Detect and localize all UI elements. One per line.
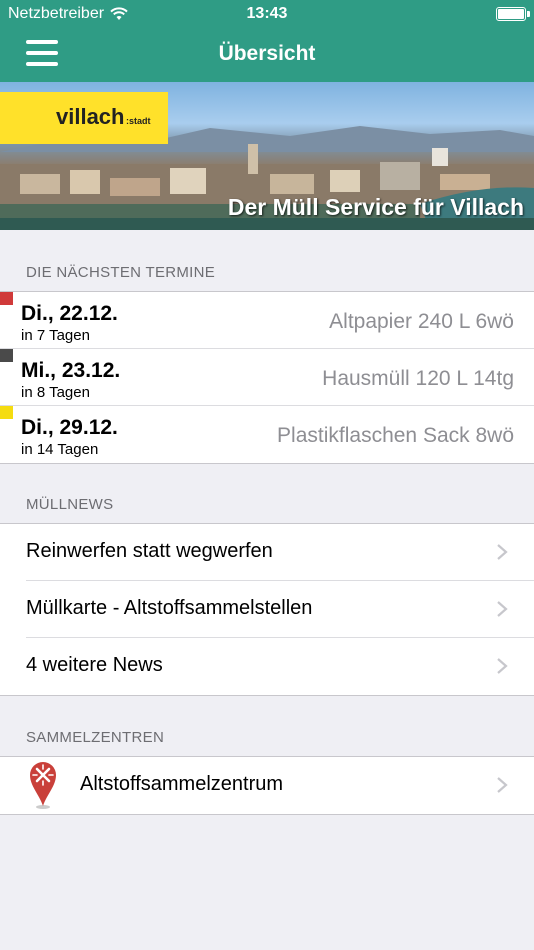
logo-subtext: :stadt [126,116,151,126]
page-title: Übersicht [218,42,316,65]
section-header-termine: DIE NÄCHSTEN TERMINE [26,264,216,281]
chevron-right-icon [497,777,508,793]
waste-color-marker [0,406,13,419]
termin-waste-type: Altpapier 240 L 6wö [329,310,514,333]
termin-row[interactable]: Di., 29.12. in 14 Tagen Plastikflaschen … [0,406,534,463]
chevron-right-icon [497,544,508,560]
termin-relative: in 8 Tagen [21,384,90,401]
banner-caption: Der Müll Service für Villach [227,194,524,220]
navigation-bar: Netzbetreiber 13:43 Übersicht [0,0,534,82]
news-more-item[interactable]: 4 weitere News [0,638,534,695]
banner-image: villach :stadt Der Müll Service für Vill… [0,82,534,230]
termin-date: Di., 29.12. [21,416,118,439]
logo-text: villach [56,104,125,129]
section-header-news: MÜLLNEWS [26,496,114,513]
news-item[interactable]: Müllkarte - Altstoffsammelstellen [0,581,534,638]
centers-list: Altstoffsammelzentrum [0,756,534,815]
termin-waste-type: Hausmüll 120 L 14tg [322,367,514,390]
termin-relative: in 14 Tagen [21,441,99,458]
battery-icon [496,7,530,21]
waste-color-marker [0,292,13,305]
news-item-label: Reinwerfen statt wegwerfen [26,540,273,562]
section-header-centers: SAMMELZENTREN [26,729,165,746]
status-time: 13:43 [246,5,288,22]
termin-date: Mi., 23.12. [21,359,121,382]
termin-waste-type: Plastikflaschen Sack 8wö [277,424,514,447]
termin-date: Di., 22.12. [21,302,118,325]
status-bar: Netzbetreiber 13:43 [0,0,534,28]
news-list: Reinwerfen statt wegwerfen Müllkarte - A… [0,523,534,696]
news-item[interactable]: Reinwerfen statt wegwerfen [0,524,534,581]
villach-logo: villach :stadt [0,92,168,144]
termin-relative: in 7 Tagen [21,327,90,344]
chevron-right-icon [497,658,508,674]
termin-row[interactable]: Di., 22.12. in 7 Tagen Altpapier 240 L 6… [0,292,534,349]
termine-list: Di., 22.12. in 7 Tagen Altpapier 240 L 6… [0,291,534,464]
news-item-label: Müllkarte - Altstoffsammelstellen [26,597,313,619]
map-pin-icon [30,762,56,809]
chevron-right-icon [497,601,508,617]
termin-row[interactable]: Mi., 23.12. in 8 Tagen Hausmüll 120 L 14… [0,349,534,406]
center-item[interactable]: Altstoffsammelzentrum [0,757,534,814]
waste-color-marker [0,349,13,362]
news-more-label: 4 weitere News [26,654,163,676]
center-item-label: Altstoffsammelzentrum [80,773,284,795]
